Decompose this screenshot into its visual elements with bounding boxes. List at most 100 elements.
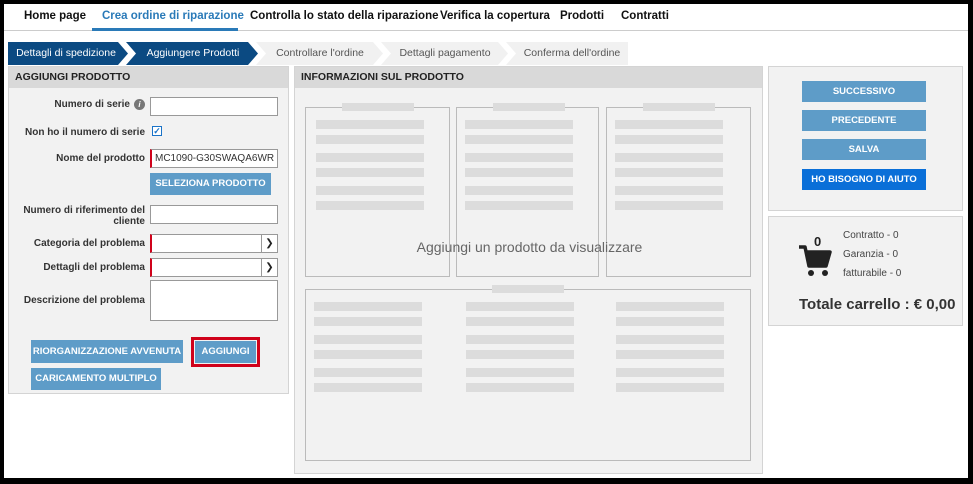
placeholder-bar	[616, 302, 724, 311]
step-shipping-details[interactable]: Dettagli di spedizione	[14, 42, 118, 65]
no-serial-label-wrap: Non ho il numero di serie	[9, 125, 145, 139]
chevron-down-icon: ❯	[261, 235, 277, 252]
product-name-label: Nome del prodotto	[56, 153, 145, 164]
serial-label-wrap: Numero di serie i	[9, 97, 145, 111]
placeholder-bar	[616, 317, 724, 326]
placeholder-bar	[616, 350, 724, 359]
details-label-wrap: Dettagli del problema	[9, 260, 145, 274]
customer-reference-input[interactable]	[150, 205, 278, 224]
problem-description-label: Descrizione del problema	[23, 295, 145, 306]
nav-contracts[interactable]: Contratti	[621, 10, 669, 22]
placeholder-bar	[316, 120, 424, 129]
placeholder-card-wide	[305, 285, 751, 461]
placeholder-bar	[466, 383, 574, 392]
save-button[interactable]: SALVA	[802, 139, 926, 160]
contract-count: Contratto - 0	[843, 230, 899, 241]
placeholder-bar	[492, 285, 564, 293]
product-info-panel: INFORMAZIONI SUL PRODOTTO Aggiungi un pr…	[294, 66, 763, 474]
placeholder-bar	[616, 368, 724, 377]
placeholder-bar	[314, 317, 422, 326]
placeholder-bar	[465, 201, 573, 210]
help-button[interactable]: HO BISOGNO DI AIUTO	[802, 169, 926, 190]
customer-reference-label: Numero di riferimento del cliente	[23, 205, 145, 227]
ref-label-wrap: Numero di riferimento del cliente	[9, 205, 145, 229]
add-button[interactable]: AGGIUNGI	[195, 341, 256, 363]
cart-icon	[799, 245, 832, 276]
placeholder-bar	[615, 201, 723, 210]
product-name-input[interactable]: MC1090-G30SWAQA6WR	[150, 149, 278, 168]
placeholder-bar	[316, 153, 424, 162]
category-label-wrap: Categoria del problema	[9, 236, 145, 250]
order-steps: Dettagli di spedizione Aggiungere Prodot…	[8, 42, 628, 65]
nav-products[interactable]: Prodotti	[560, 10, 604, 22]
description-label-wrap: Descrizione del problema	[9, 293, 145, 307]
placeholder-bar	[465, 186, 573, 195]
placeholder-bar	[316, 135, 424, 144]
previous-button[interactable]: PRECEDENTE	[802, 110, 926, 131]
reorganization-button[interactable]: RIORGANIZZAZIONE AVVENUTA	[31, 340, 183, 363]
step-order-confirmation[interactable]: Conferma dell'ordine	[516, 42, 628, 65]
placeholder-bar	[314, 368, 422, 377]
problem-category-select[interactable]: ❯	[150, 234, 278, 253]
actions-panel: SUCCESSIVO PRECEDENTE SALVA HO BISOGNO D…	[768, 66, 963, 211]
empty-product-message: Aggiungi un prodotto da visualizzare	[416, 239, 643, 255]
placeholder-bar	[615, 168, 723, 177]
placeholder-bar	[643, 103, 715, 111]
nav-check-repair-status[interactable]: Controlla lo stato della riparazione	[250, 10, 439, 22]
placeholder-bar	[466, 317, 574, 326]
no-serial-label: Non ho il numero di serie	[24, 127, 145, 138]
placeholder-bar	[316, 186, 424, 195]
cart-panel: 0 Contratto - 0 Garanzia - 0 fatturabile…	[768, 216, 963, 326]
placeholder-bar	[314, 335, 422, 344]
nav-home[interactable]: Home page	[24, 10, 86, 22]
no-serial-checkbox[interactable]: ✓	[152, 126, 162, 136]
problem-details-select[interactable]: ❯	[150, 258, 278, 277]
placeholder-bar	[342, 103, 414, 111]
placeholder-bar	[316, 201, 424, 210]
billable-count: fatturabile - 0	[843, 268, 902, 279]
step-review-order[interactable]: Controllare l'ordine	[266, 42, 374, 65]
next-button[interactable]: SUCCESSIVO	[802, 81, 926, 102]
placeholder-bar	[616, 335, 724, 344]
add-product-panel: AGGIUNGI PRODOTTO Numero di serie i Non h…	[8, 66, 289, 394]
problem-description-textarea[interactable]	[150, 280, 278, 321]
bulk-upload-button[interactable]: CARICAMENTO MULTIPLO	[31, 368, 161, 390]
info-icon[interactable]: i	[134, 99, 145, 110]
step-payment-details[interactable]: Dettagli pagamento	[391, 42, 499, 65]
warranty-count: Garanzia - 0	[843, 249, 899, 260]
chevron-down-icon: ❯	[261, 259, 277, 276]
active-tab-indicator	[92, 28, 238, 31]
placeholder-bar	[314, 302, 422, 311]
nav-create-repair-order[interactable]: Crea ordine di riparazione	[102, 10, 244, 22]
add-product-title: AGGIUNGI PRODOTTO	[9, 67, 288, 88]
cart-total: Totale carrello : € 0,00	[799, 296, 956, 313]
placeholder-bar	[316, 168, 424, 177]
placeholder-bar	[615, 186, 723, 195]
top-navigation: Home page Crea ordine di riparazione Con…	[4, 4, 968, 31]
problem-category-label: Categoria del problema	[33, 238, 145, 249]
select-product-button[interactable]: SELEZIONA PRODOTTO	[150, 173, 271, 195]
step-add-products[interactable]: Aggiungere Prodotti	[138, 42, 248, 65]
placeholder-bar	[466, 302, 574, 311]
placeholder-bar	[314, 350, 422, 359]
placeholder-bar	[466, 335, 574, 344]
serial-number-input[interactable]	[150, 97, 278, 116]
product-name-label-wrap: Nome del prodotto	[9, 150, 145, 164]
placeholder-bar	[465, 135, 573, 144]
serial-number-label-text: Numero di serie	[54, 99, 130, 111]
nav-check-coverage[interactable]: Verifica la copertura	[440, 10, 550, 22]
placeholder-bar	[465, 153, 573, 162]
placeholder-bar	[465, 168, 573, 177]
placeholder-bar	[615, 153, 723, 162]
placeholder-bar	[615, 135, 723, 144]
placeholder-bar	[466, 350, 574, 359]
placeholder-bar	[466, 368, 574, 377]
placeholder-bar	[616, 383, 724, 392]
placeholder-bar	[493, 103, 565, 111]
placeholder-bar	[314, 383, 422, 392]
serial-number-label: Numero di serie i	[54, 99, 145, 110]
problem-details-label: Dettagli del problema	[43, 262, 145, 273]
product-info-title: INFORMAZIONI SUL PRODOTTO	[295, 67, 762, 88]
placeholder-bar	[465, 120, 573, 129]
placeholder-bar	[615, 120, 723, 129]
